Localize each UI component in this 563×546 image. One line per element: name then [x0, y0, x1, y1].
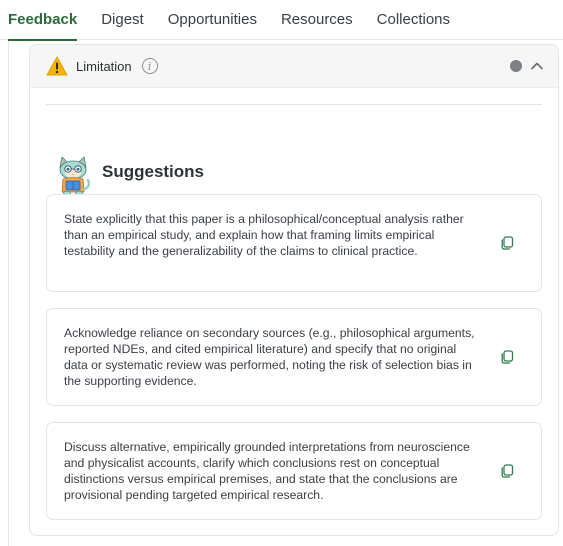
warning-icon	[46, 56, 68, 76]
suggestions-title: Suggestions	[102, 162, 205, 181]
suggestions-heading: Suggestions	[54, 155, 204, 195]
tab-collections[interactable]: Collections	[377, 0, 450, 40]
info-icon[interactable]: i	[141, 58, 158, 74]
suggestion-text: Acknowledge reliance on secondary source…	[64, 326, 475, 388]
copy-icon[interactable]	[499, 235, 515, 251]
tab-opportunities[interactable]: Opportunities	[168, 0, 257, 40]
copy-icon[interactable]	[499, 463, 515, 479]
tab-feedback[interactable]: Feedback	[8, 0, 78, 41]
suggestion-card: Acknowledge reliance on secondary source…	[46, 308, 542, 406]
copy-icon[interactable]	[499, 349, 515, 365]
limitation-card: Limitation i Suggestions State explicitl…	[29, 44, 559, 536]
card-header-controls	[510, 59, 544, 73]
chevron-up-icon[interactable]	[530, 59, 544, 73]
section-divider	[46, 104, 542, 105]
tab-resources[interactable]: Resources	[281, 0, 353, 40]
card-header-label: Limitation	[76, 58, 132, 74]
suggestion-card: State explicitly that this paper is a ph…	[46, 194, 542, 292]
status-dot	[510, 60, 522, 72]
left-gutter-line	[8, 41, 9, 546]
suggestion-text: Discuss alternative, empirically grounde…	[64, 440, 470, 502]
suggestion-card: Discuss alternative, empirically grounde…	[46, 422, 542, 520]
card-header[interactable]: Limitation i	[30, 45, 558, 88]
cat-mascot-icon	[59, 156, 91, 195]
main-tabs: Feedback Digest Opportunities Resources …	[0, 0, 563, 41]
tab-digest[interactable]: Digest	[101, 0, 144, 40]
suggestion-text: State explicitly that this paper is a ph…	[64, 212, 464, 258]
